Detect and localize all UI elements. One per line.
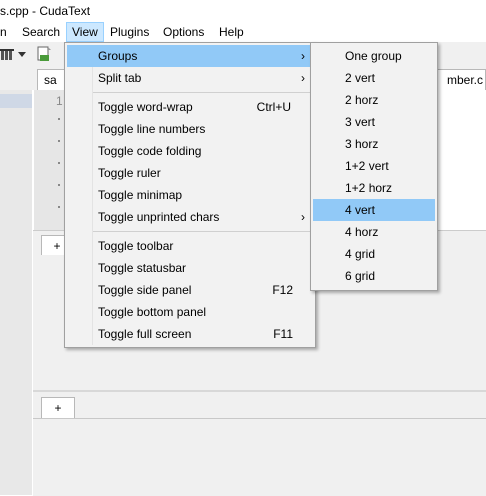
- fold-dot: [58, 118, 60, 120]
- fold-dot: [58, 140, 60, 142]
- tab-right[interactable]: mber.c: [432, 69, 486, 90]
- menu-search[interactable]: Search: [17, 22, 65, 42]
- submenu-item-label: 4 grid: [345, 247, 376, 261]
- submenu-item-label: 1+2 vert: [345, 159, 389, 173]
- menu-item-label: Toggle statusbar: [98, 261, 187, 275]
- menu-help[interactable]: Help: [214, 22, 249, 42]
- submenu-item-4-horz[interactable]: 4 horz: [313, 221, 435, 243]
- side-panel: [0, 90, 32, 495]
- view-menu: Groups › Split tab › Toggle word-wrap Ct…: [64, 42, 316, 348]
- menu-plugins[interactable]: Plugins: [105, 22, 154, 42]
- menu-item-toggle-statusbar[interactable]: Toggle statusbar: [67, 257, 313, 279]
- editor-group-3: +: [33, 392, 486, 496]
- submenu-item-label: One group: [345, 49, 402, 63]
- menu-item-label: Toggle minimap: [98, 188, 183, 202]
- menu-item-label: Toggle code folding: [98, 144, 202, 158]
- submenu-item-4-grid[interactable]: 4 grid: [313, 243, 435, 265]
- menu-item-toggle-unprinted-chars[interactable]: Toggle unprinted chars ›: [67, 206, 313, 228]
- submenu-item-label: 6 grid: [345, 269, 376, 283]
- fold-dot: [58, 206, 60, 208]
- menu-item-shortcut: F11: [273, 327, 293, 341]
- submenu-item-1-2-vert[interactable]: 1+2 vert: [313, 155, 435, 177]
- menu-item-toggle-full-screen[interactable]: Toggle full screen F11: [67, 323, 313, 345]
- submenu-item-4-vert[interactable]: 4 vert: [313, 199, 435, 221]
- menu-item-label: Toggle toolbar: [98, 239, 174, 253]
- submenu-item-one-group[interactable]: One group: [313, 45, 435, 67]
- groups-submenu: One group 2 vert 2 horz 3 vert 3 horz 1+…: [310, 42, 438, 291]
- menu-item-toggle-toolbar[interactable]: Toggle toolbar: [67, 235, 313, 257]
- submenu-item-2-vert[interactable]: 2 vert: [313, 67, 435, 89]
- side-panel-selection: [0, 94, 32, 108]
- submenu-item-label: 3 vert: [345, 115, 376, 129]
- menu-item-label: Split tab: [98, 71, 142, 85]
- menu-item-label: Toggle word-wrap: [98, 100, 193, 114]
- submenu-item-3-horz[interactable]: 3 horz: [313, 133, 435, 155]
- menu-item-toggle-bottom-panel[interactable]: Toggle bottom panel: [67, 301, 313, 323]
- window-title: s.cpp - CudaText: [0, 4, 91, 18]
- submenu-item-label: 3 horz: [345, 137, 379, 151]
- menu-item-label: Toggle full screen: [98, 327, 192, 341]
- submenu-item-label: 4 horz: [345, 225, 379, 239]
- menu-item-label: Toggle side panel: [98, 283, 192, 297]
- editor-group-3-area[interactable]: [33, 418, 486, 496]
- menu-item-split-tab[interactable]: Split tab ›: [67, 67, 313, 89]
- menu-item-shortcut: F12: [272, 283, 293, 297]
- submenu-arrow-icon: ›: [301, 210, 305, 224]
- menu-options[interactable]: Options: [158, 22, 209, 42]
- menu-item-label: Groups: [98, 49, 138, 63]
- submenu-item-label: 2 horz: [345, 93, 379, 107]
- menu-item-label: Toggle bottom panel: [98, 305, 207, 319]
- menu-item-label: Toggle line numbers: [98, 122, 206, 136]
- menu-item-groups[interactable]: Groups ›: [67, 45, 313, 67]
- menu-item-label: Toggle unprinted chars: [98, 210, 220, 224]
- submenu-item-1-2-horz[interactable]: 1+2 horz: [313, 177, 435, 199]
- menu-file[interactable]: n: [0, 22, 12, 42]
- line-number: 1: [56, 94, 63, 108]
- submenu-arrow-icon: ›: [301, 49, 305, 63]
- submenu-item-label: 2 vert: [345, 71, 376, 85]
- submenu-arrow-icon: ›: [301, 71, 305, 85]
- bookmarks-icon[interactable]: [0, 46, 16, 62]
- fold-dot: [58, 184, 60, 186]
- line-number-gutter: 1: [34, 90, 66, 230]
- menu-separator: [93, 92, 313, 93]
- dropdown-arrow-icon[interactable]: [17, 46, 33, 62]
- submenu-item-6-grid[interactable]: 6 grid: [313, 265, 435, 287]
- menu-item-toggle-side-panel[interactable]: Toggle side panel F12: [67, 279, 313, 301]
- submenu-item-label: 1+2 horz: [345, 181, 393, 195]
- menu-item-toggle-code-folding[interactable]: Toggle code folding: [67, 140, 313, 162]
- menu-separator: [93, 231, 313, 232]
- menu-bar: n Search View Plugins Options Help: [0, 22, 486, 42]
- add-tab-button[interactable]: +: [41, 397, 75, 418]
- menu-item-toggle-minimap[interactable]: Toggle minimap: [67, 184, 313, 206]
- fold-dot: [58, 162, 60, 164]
- menu-item-toggle-line-numbers[interactable]: Toggle line numbers: [67, 118, 313, 140]
- tab-left[interactable]: sa: [37, 69, 67, 90]
- menu-view[interactable]: View: [66, 22, 104, 42]
- submenu-item-3-vert[interactable]: 3 vert: [313, 111, 435, 133]
- menu-item-label: Toggle ruler: [98, 166, 161, 180]
- menu-item-shortcut: Ctrl+U: [256, 100, 291, 114]
- open-file-icon[interactable]: [36, 46, 52, 62]
- title-bar: s.cpp - CudaText: [0, 0, 486, 22]
- submenu-item-label: 4 vert: [345, 203, 376, 217]
- submenu-item-2-horz[interactable]: 2 horz: [313, 89, 435, 111]
- menu-item-toggle-word-wrap[interactable]: Toggle word-wrap Ctrl+U: [67, 96, 313, 118]
- menu-item-toggle-ruler[interactable]: Toggle ruler: [67, 162, 313, 184]
